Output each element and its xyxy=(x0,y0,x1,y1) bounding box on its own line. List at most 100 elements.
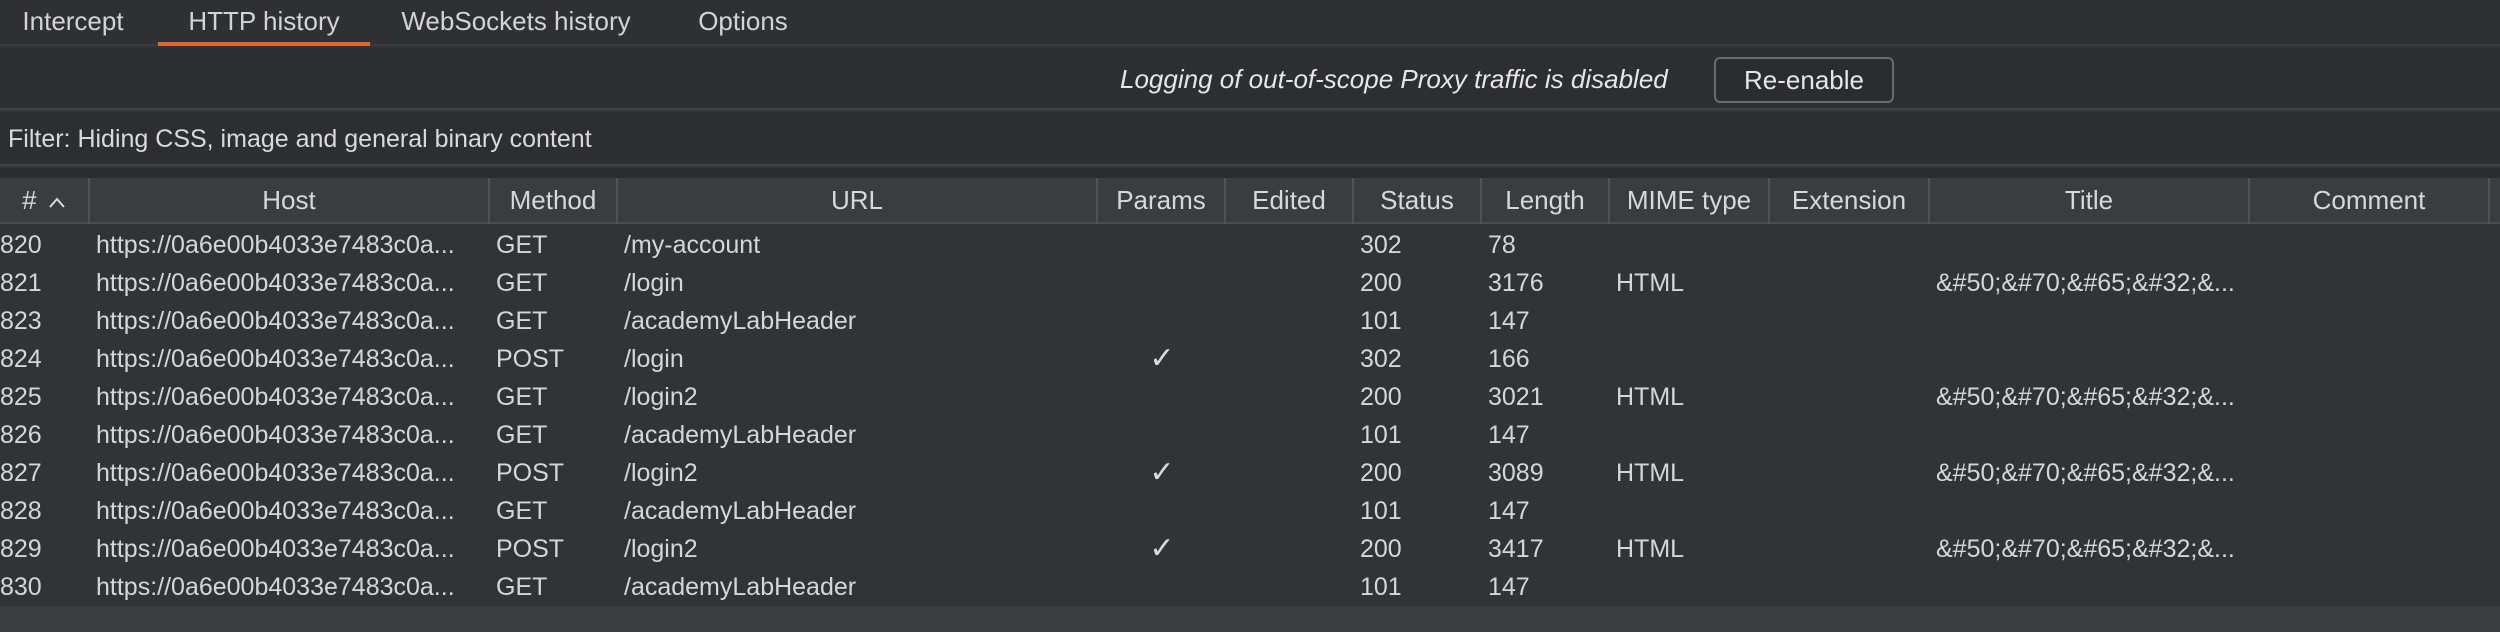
cell-length: 147 xyxy=(1488,421,1530,449)
horizontal-scrollbar[interactable] xyxy=(0,606,2500,632)
filter-bar[interactable]: Filter: Hiding CSS, image and general bi… xyxy=(0,112,2500,166)
cell-mime-type xyxy=(1616,568,1766,606)
column-header-mime-type[interactable]: MIME type xyxy=(1610,178,1770,224)
cell-method: GET xyxy=(496,383,548,411)
cell-title xyxy=(1936,340,2246,378)
cell-method: GET xyxy=(496,497,548,525)
cell-number: 827 xyxy=(0,459,42,487)
cell-title: &#50;&#70;&#65;&#32;&... xyxy=(1936,459,2235,487)
table-row[interactable]: 830 https://0a6e00b4033e7483c0a... GET/aca… xyxy=(0,568,2500,606)
cell-host: https://0a6e00b4033e7483c0a... xyxy=(96,345,455,373)
cell-host: https://0a6e00b4033e7483c0a... xyxy=(96,535,455,563)
cell-title xyxy=(1936,492,2246,530)
cell-mime-type: HTML xyxy=(1616,459,1685,487)
cell-status: 302 xyxy=(1360,345,1402,373)
table-row[interactable]: 828 https://0a6e00b4033e7483c0a... GET/aca… xyxy=(0,492,2500,530)
column-header-extension[interactable]: Extension xyxy=(1770,178,1930,224)
table-row[interactable]: 823 https://0a6e00b4033e7483c0a... GET/aca… xyxy=(0,302,2500,340)
divider xyxy=(0,168,2500,178)
cell-title xyxy=(1936,226,2246,264)
tab-http-history[interactable]: HTTP history xyxy=(158,0,370,46)
cell-method: GET xyxy=(496,269,548,297)
column-header-url[interactable]: URL xyxy=(618,178,1098,224)
column-header-status[interactable]: Status xyxy=(1354,178,1482,224)
cell-method: GET xyxy=(496,231,548,259)
cell-length: 3176 xyxy=(1488,269,1544,297)
out-of-scope-notice-bar: Logging of out-of-scope Proxy traffic is… xyxy=(0,48,2500,110)
table-row[interactable]: 821 https://0a6e00b4033e7483c0a... GET/log… xyxy=(0,264,2500,302)
proxy-tab-bar: Intercept HTTP history WebSockets histor… xyxy=(0,0,2500,46)
cell-length: 147 xyxy=(1488,497,1530,525)
cell-url: /login2 xyxy=(624,535,698,563)
cell-status: 200 xyxy=(1360,459,1402,487)
cell-method: GET xyxy=(496,307,548,335)
cell-status: 302 xyxy=(1360,231,1402,259)
cell-host: https://0a6e00b4033e7483c0a... xyxy=(96,269,455,297)
column-header-edited[interactable]: Edited xyxy=(1226,178,1354,224)
table-row[interactable]: 820 https://0a6e00b4033e7483c0a... GET/my-… xyxy=(0,226,2500,264)
cell-status: 101 xyxy=(1360,497,1402,525)
cell-number: 824 xyxy=(0,345,42,373)
cell-status: 101 xyxy=(1360,573,1402,601)
cell-length: 3021 xyxy=(1488,383,1544,411)
cell-host: https://0a6e00b4033e7483c0a... xyxy=(96,497,455,525)
cell-number: 821 xyxy=(0,269,42,297)
table-row[interactable]: 826 https://0a6e00b4033e7483c0a... GET/aca… xyxy=(0,416,2500,454)
cell-number: 820 xyxy=(0,231,42,259)
column-header-method[interactable]: Method xyxy=(490,178,618,224)
cell-host: https://0a6e00b4033e7483c0a... xyxy=(96,231,455,259)
cell-url: /academyLabHeader xyxy=(624,573,857,601)
cell-number: 823 xyxy=(0,307,42,335)
cell-url: /my-account xyxy=(624,231,761,259)
cell-method: GET xyxy=(496,421,548,449)
cell-mime-type: HTML xyxy=(1616,535,1685,563)
tab-options[interactable]: Options xyxy=(680,0,806,46)
cell-params xyxy=(1098,492,1226,530)
cell-url: /login2 xyxy=(624,383,698,411)
table-row[interactable]: 829 https://0a6e00b4033e7483c0a... POST/lo… xyxy=(0,530,2500,568)
cell-status: 200 xyxy=(1360,269,1402,297)
params-check-icon: ✓ xyxy=(1149,456,1175,489)
cell-params xyxy=(1098,568,1226,606)
cell-title: &#50;&#70;&#65;&#32;&... xyxy=(1936,535,2235,563)
column-header-length[interactable]: Length xyxy=(1482,178,1610,224)
tab-intercept[interactable]: Intercept xyxy=(0,0,146,46)
cell-title: &#50;&#70;&#65;&#32;&... xyxy=(1936,269,2235,297)
cell-params xyxy=(1098,264,1226,302)
cell-title xyxy=(1936,416,2246,454)
cell-title xyxy=(1936,302,2246,340)
cell-host: https://0a6e00b4033e7483c0a... xyxy=(96,573,455,601)
cell-url: /login2 xyxy=(624,459,698,487)
table-row[interactable]: 827 https://0a6e00b4033e7483c0a... POST/lo… xyxy=(0,454,2500,492)
cell-title xyxy=(1936,568,2246,606)
out-of-scope-notice-text: Logging of out-of-scope Proxy traffic is… xyxy=(1120,64,1668,94)
table-row[interactable]: 825 https://0a6e00b4033e7483c0a... GET/log… xyxy=(0,378,2500,416)
cell-mime-type xyxy=(1616,416,1766,454)
cell-length: 166 xyxy=(1488,345,1530,373)
cell-mime-type xyxy=(1616,492,1766,530)
table-header: # Host Method URL Params Edited Status L… xyxy=(0,178,2500,224)
column-header-host[interactable]: Host xyxy=(90,178,490,224)
cell-method: POST xyxy=(496,535,565,563)
cell-url: /login xyxy=(624,345,684,373)
cell-status: 101 xyxy=(1360,307,1402,335)
column-header-comment[interactable]: Comment xyxy=(2250,178,2490,224)
cell-mime-type xyxy=(1616,226,1766,264)
column-header-number[interactable]: # xyxy=(0,178,90,224)
cell-length: 147 xyxy=(1488,573,1530,601)
column-header-title[interactable]: Title xyxy=(1930,178,2250,224)
column-header-params[interactable]: Params xyxy=(1098,178,1226,224)
cell-number: 830 xyxy=(0,573,42,601)
tab-websockets-history[interactable]: WebSockets history xyxy=(384,0,648,46)
cell-method: GET xyxy=(496,573,548,601)
cell-status: 200 xyxy=(1360,383,1402,411)
cell-mime-type: HTML xyxy=(1616,269,1685,297)
cell-method: POST xyxy=(496,345,565,373)
table-row[interactable]: 824 https://0a6e00b4033e7483c0a... POST/lo… xyxy=(0,340,2500,378)
cell-method: POST xyxy=(496,459,565,487)
cell-status: 200 xyxy=(1360,535,1402,563)
re-enable-button[interactable]: Re-enable xyxy=(1714,57,1894,103)
cell-host: https://0a6e00b4033e7483c0a... xyxy=(96,459,455,487)
cell-mime-type xyxy=(1616,340,1766,378)
cell-number: 828 xyxy=(0,497,42,525)
